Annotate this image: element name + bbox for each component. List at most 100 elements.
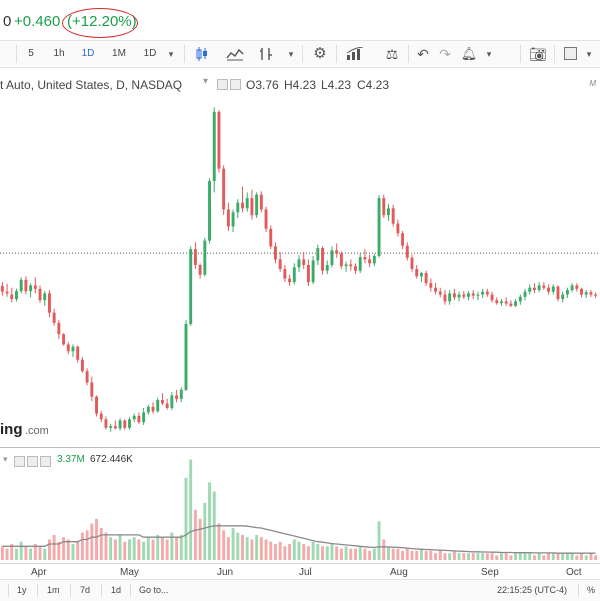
range-1d-button[interactable]: 1d	[111, 585, 121, 595]
volume-bar	[523, 553, 527, 560]
candle	[509, 300, 513, 308]
candle-body	[259, 194, 263, 210]
candle-body	[222, 168, 226, 210]
candle-body	[292, 267, 296, 283]
candle-body	[368, 259, 372, 264]
volume-bar	[551, 553, 555, 560]
candle	[405, 242, 409, 261]
candle	[236, 199, 240, 218]
candle	[556, 285, 560, 302]
goto-date-button[interactable]: Go to...	[139, 585, 169, 595]
candle	[339, 251, 343, 269]
time-axis[interactable]: Apr May Jun Jul Aug Sep Oct	[0, 563, 600, 580]
volume-bar	[241, 534, 244, 560]
volume-bar	[462, 553, 466, 560]
volume-bar	[292, 539, 296, 560]
volume-bar	[71, 544, 75, 560]
volume-toggle-icon[interactable]	[14, 456, 25, 467]
x-tick-label: Aug	[390, 567, 408, 578]
volume-close-icon[interactable]	[40, 456, 51, 467]
volume-bar	[217, 523, 221, 560]
candle-body	[33, 285, 37, 289]
volume-bar	[349, 548, 353, 560]
candle-body	[321, 248, 325, 271]
candle	[434, 283, 438, 295]
candle	[514, 299, 518, 308]
candle-body	[273, 246, 277, 260]
candle	[584, 289, 588, 298]
candle	[589, 289, 593, 297]
candle	[212, 107, 216, 193]
candle	[363, 249, 367, 264]
volume-bar	[387, 546, 390, 560]
candle	[19, 277, 23, 294]
candle-body	[198, 265, 202, 275]
candle-body	[443, 294, 447, 302]
candle	[66, 342, 70, 355]
candle-body	[415, 269, 419, 277]
volume-settings-icon[interactable]	[27, 456, 38, 467]
volume-bar	[570, 553, 574, 560]
candle-body	[448, 293, 452, 302]
pane-divider[interactable]	[0, 447, 600, 448]
candle	[297, 254, 301, 272]
candle-body	[95, 396, 98, 414]
candle-body	[372, 255, 376, 264]
volume-bar	[109, 537, 113, 560]
candle	[241, 186, 244, 213]
candle	[203, 237, 207, 277]
candle	[62, 333, 66, 346]
percent-scale-button[interactable]: %	[587, 585, 595, 595]
volume-bar	[76, 541, 80, 560]
volume-bar	[565, 553, 569, 560]
volume-bar	[47, 539, 51, 560]
range-1m-button[interactable]: 1m	[47, 585, 60, 595]
range-7d-button[interactable]: 7d	[80, 585, 90, 595]
range-1y-button[interactable]: 1y	[17, 585, 27, 595]
candle-body	[203, 240, 207, 275]
candle	[547, 284, 551, 295]
candle	[113, 420, 117, 430]
volume-bar	[457, 553, 461, 560]
volume-bar	[5, 548, 9, 560]
volume-bar	[344, 546, 348, 560]
volume-bar	[184, 477, 188, 560]
candle-body	[354, 266, 357, 271]
volume-bar	[99, 528, 103, 560]
candle	[175, 389, 179, 403]
volume-bar	[561, 553, 565, 560]
volume-bar	[481, 553, 485, 560]
volume-bar	[358, 546, 362, 560]
volume-bar	[429, 550, 433, 560]
candlestick-chart[interactable]	[0, 0, 600, 600]
current-time: 22:15:25 (UTC-4)	[497, 585, 568, 595]
volume-bar	[325, 546, 329, 560]
candle-body	[339, 253, 343, 267]
candle-body	[316, 248, 320, 261]
candle	[90, 376, 94, 402]
candle-body	[311, 260, 315, 283]
volume-bar	[226, 537, 230, 560]
volume-bar	[104, 532, 108, 560]
volume-bar	[15, 548, 18, 560]
volume-bar	[113, 539, 117, 560]
candle-body	[547, 287, 551, 292]
candle	[537, 282, 541, 293]
candle	[128, 417, 131, 430]
volume-menu-icon[interactable]: ▾	[3, 454, 8, 465]
volume-bar	[95, 518, 98, 560]
x-tick-label: Apr	[31, 567, 47, 578]
volume-bar	[222, 530, 226, 560]
candle-body	[363, 257, 367, 260]
candle	[311, 255, 315, 285]
candle	[452, 288, 456, 301]
candle	[335, 243, 339, 258]
x-tick-label: Oct	[566, 567, 582, 578]
volume-bar	[518, 553, 522, 560]
candle	[80, 356, 84, 373]
volume-value: 3.37M	[57, 454, 85, 465]
candle-body	[137, 415, 141, 423]
candle	[198, 263, 202, 279]
candle-body	[335, 250, 339, 254]
volume-bar	[259, 537, 263, 560]
